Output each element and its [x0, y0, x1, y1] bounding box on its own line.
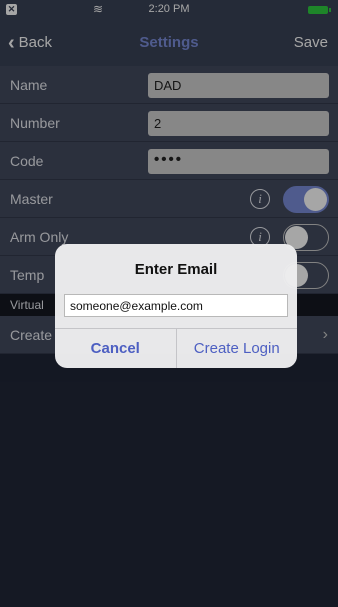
- email-input[interactable]: [64, 294, 288, 317]
- enter-email-alert: Enter Email Cancel Create Login: [55, 244, 297, 368]
- alert-title: Enter Email: [134, 261, 218, 278]
- alert-buttons: Cancel Create Login: [55, 328, 297, 368]
- create-login-button[interactable]: Create Login: [177, 329, 298, 368]
- cancel-button[interactable]: Cancel: [55, 329, 177, 368]
